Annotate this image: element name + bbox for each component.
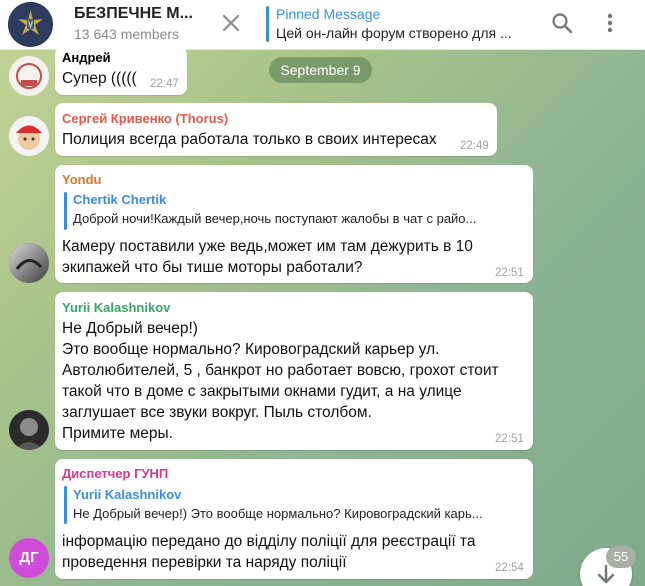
- message-text: Супер (((((: [62, 70, 137, 87]
- message-text: інформацію передано до відділу поліції д…: [62, 533, 476, 550]
- message-text: экипажей что бы тише моторы работали?: [62, 259, 363, 276]
- reply-sender[interactable]: Chertik Chertik: [73, 192, 166, 207]
- sender-name[interactable]: Сергей Кривенко (Thorus): [62, 111, 228, 126]
- date-separator: September 9: [269, 57, 372, 83]
- reply-indicator: [64, 192, 67, 230]
- more-vertical-icon[interactable]: [598, 11, 622, 35]
- reply-text[interactable]: Доброй ночи!Каждый вечер,ночь поступают …: [73, 211, 518, 226]
- pinned-label[interactable]: Pinned Message: [276, 6, 380, 22]
- sender-name[interactable]: Андрей: [62, 50, 111, 65]
- reply-sender[interactable]: Yurii Kalashnikov: [73, 487, 181, 502]
- group-title[interactable]: БЕЗПЕЧНЕ М...: [74, 5, 193, 23]
- search-icon[interactable]: [550, 11, 574, 35]
- message-bubble[interactable]: Диспетчер ГУНП Yurii Kalashnikov Не Добр…: [55, 459, 533, 579]
- message-text: Автолюбителей, 5 , банкрот но работает в…: [62, 362, 499, 379]
- message-time: 22:47: [150, 78, 179, 90]
- pinned-indicator: [266, 6, 269, 42]
- message-text: заглушает все звуки вокруг. Пыль столбом…: [62, 404, 372, 421]
- message-text: Полиция всегда работала только в своих и…: [62, 131, 437, 148]
- sender-name[interactable]: Yurii Kalashnikov: [62, 300, 170, 315]
- avatar-initials[interactable]: ДГ: [9, 538, 49, 578]
- message-bubble[interactable]: Сергей Кривенко (Thorus) Полиция всегда …: [55, 103, 497, 156]
- sender-name[interactable]: Yondu: [62, 172, 101, 187]
- reply-text[interactable]: Не Добрый вечер!) Это вообще нормально? …: [73, 506, 521, 521]
- avatar[interactable]: [9, 56, 49, 96]
- group-avatar[interactable]: [8, 2, 53, 47]
- message-text: такой что в доме с закрытыми окнами гуди…: [62, 383, 462, 400]
- message-text: Это вообще нормально? Кировоградский кар…: [62, 341, 440, 358]
- message-bubble[interactable]: Yurii Kalashnikov Не Добрый вечер!) Это …: [55, 292, 533, 450]
- message-time: 22:54: [495, 562, 524, 574]
- reply-indicator: [64, 486, 67, 524]
- message-text: Не Добрый вечер!): [62, 320, 198, 337]
- message-bubble[interactable]: Андрей Супер ((((( 22:47: [55, 47, 187, 95]
- message-text: проведення перевірки та наряду поліції: [62, 554, 347, 571]
- close-icon[interactable]: [218, 10, 244, 36]
- members-count: 13 643 members: [74, 26, 180, 42]
- message-bubble[interactable]: Yondu Chertik Chertik Доброй ночи!Каждый…: [55, 165, 533, 283]
- message-text: Примите меры.: [62, 425, 173, 442]
- message-text: Камеру поставили уже ведь,может им там д…: [62, 238, 473, 255]
- avatar[interactable]: [9, 116, 49, 156]
- unread-count-badge: 55: [606, 546, 636, 568]
- message-time: 22:49: [460, 140, 489, 152]
- sender-name[interactable]: Диспетчер ГУНП: [62, 466, 168, 481]
- avatar[interactable]: [9, 410, 49, 450]
- avatar[interactable]: [9, 243, 49, 283]
- message-time: 22:51: [495, 267, 524, 279]
- chat-header: БЕЗПЕЧНЕ М... 13 643 members Pinned Mess…: [0, 0, 645, 50]
- pinned-text[interactable]: Цей он-лайн форум створено для ...: [276, 25, 512, 41]
- message-time: 22:51: [495, 433, 524, 445]
